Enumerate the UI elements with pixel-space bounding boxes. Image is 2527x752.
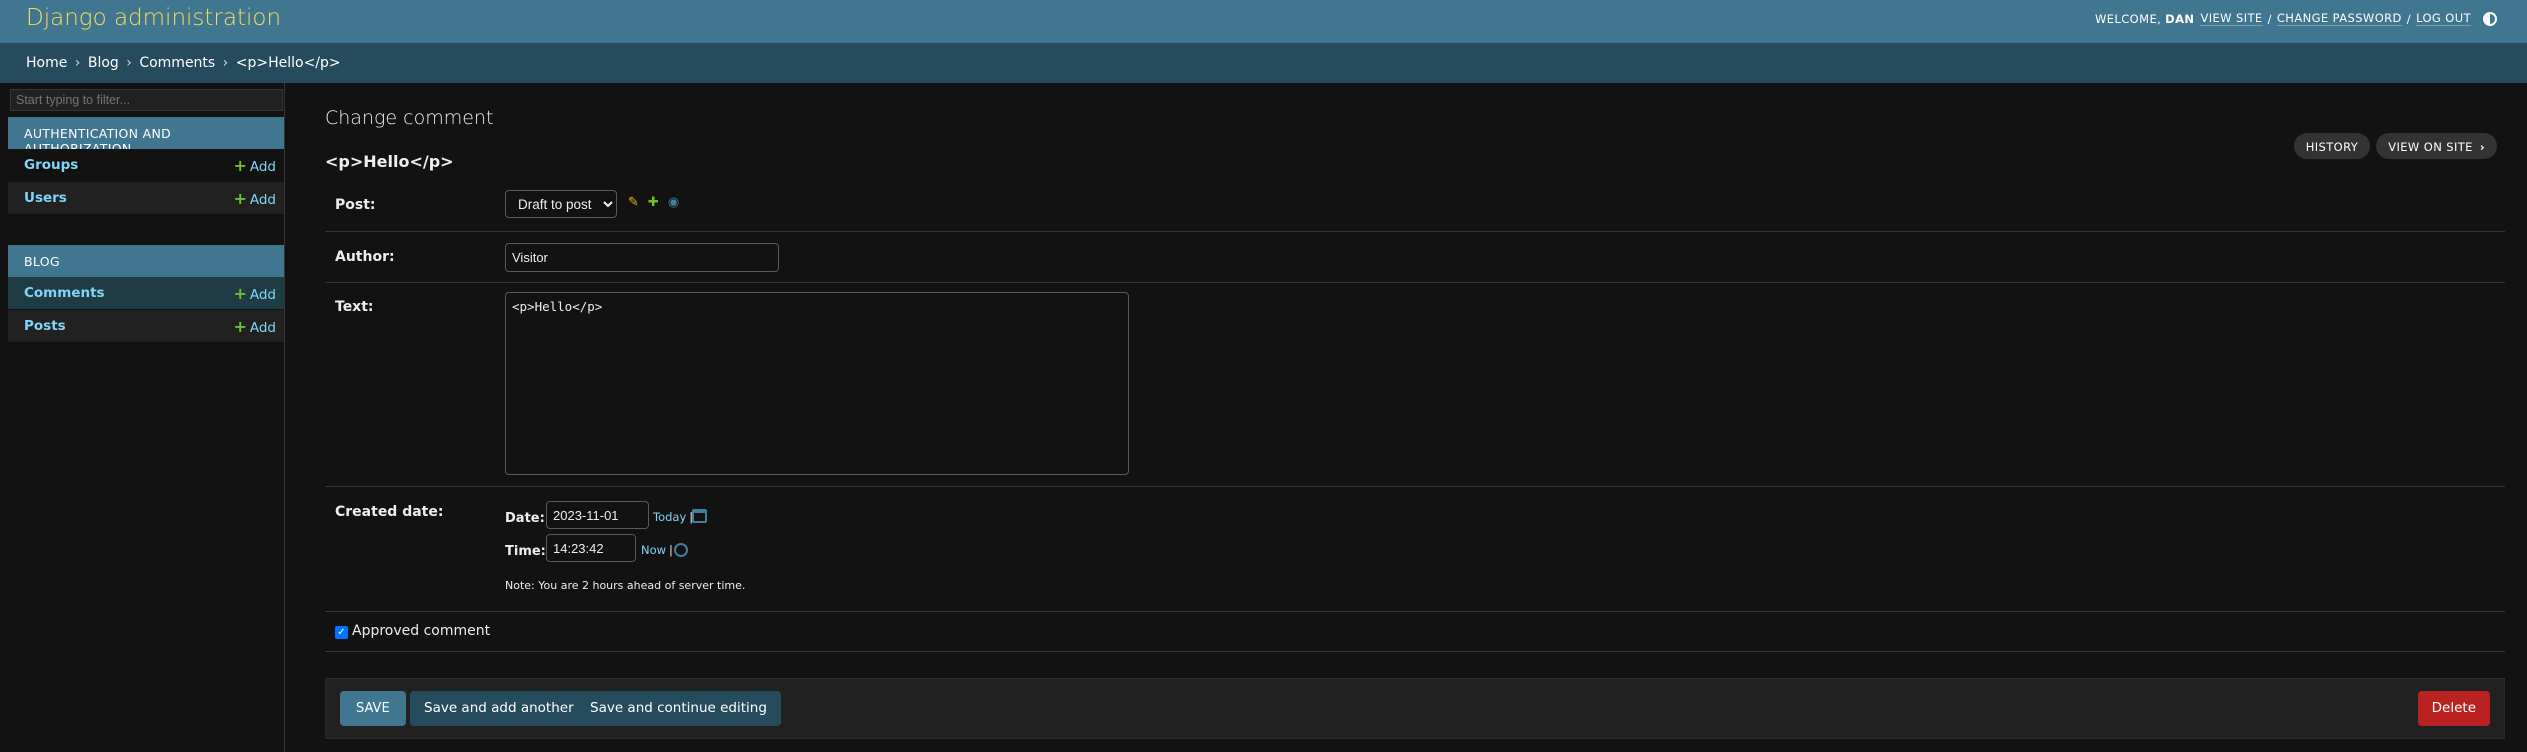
object-title: <p>Hello</p> — [325, 152, 454, 171]
nav-sidebar: AUTHENTICATION AND AUTHORIZATION Groups … — [8, 83, 285, 752]
time-label: Time: — [505, 544, 546, 559]
author-row: Author: — [325, 232, 2505, 283]
plus-icon: + — [233, 189, 247, 208]
save-continue-button[interactable]: Save and continue editing — [576, 691, 781, 726]
approved-checkbox[interactable]: ✓ — [335, 626, 348, 639]
post-label: Post: — [335, 197, 376, 213]
welcome-text: WELCOME, — [2095, 11, 2162, 26]
breadcrumb: Home › Blog › Comments › <p>Hello</p> — [0, 43, 2527, 83]
plus-icon: + — [233, 284, 247, 303]
sidebar-item-groups: Groups + Add — [8, 149, 284, 181]
add-users-link[interactable]: + Add — [233, 189, 276, 208]
time-field[interactable] — [546, 534, 636, 562]
user-tools: WELCOME, DAN VIEW SITE / CHANGE PASSWORD… — [2095, 11, 2497, 26]
breadcrumb-current: <p>Hello</p> — [235, 55, 341, 71]
sidebar-item-comments: Comments + Add — [8, 277, 284, 309]
related-widget-icons: ✎ ✚ ◉ — [628, 195, 679, 210]
date-field[interactable] — [546, 501, 649, 529]
clock-icon[interactable] — [674, 543, 688, 557]
chevron-right-icon: › — [2479, 140, 2485, 154]
add-posts-link[interactable]: + Add — [233, 317, 276, 336]
main-content: Change comment <p>Hello</p> HISTORY VIEW… — [325, 83, 2505, 752]
separator: / — [2406, 11, 2412, 26]
submit-row: SAVE Save and add another Save and conti… — [325, 678, 2505, 739]
plus-icon: + — [233, 156, 247, 175]
post-select[interactable]: Draft to post — [505, 190, 617, 218]
view-on-site-button[interactable]: VIEW ON SITE › — [2376, 133, 2497, 159]
username: DAN — [2165, 11, 2195, 26]
header: Django administration WELCOME, DAN VIEW … — [0, 0, 2527, 43]
date-label: Date: — [505, 511, 545, 526]
approved-label[interactable]: Approved comment — [352, 623, 490, 639]
now-link[interactable]: Now | — [641, 543, 673, 557]
sidebar-item-label[interactable]: Users — [24, 190, 67, 206]
pencil-icon[interactable]: ✎ — [628, 195, 639, 210]
sidebar-item-posts: Posts + Add — [8, 310, 284, 342]
breadcrumb-separator: › — [74, 55, 81, 71]
sidebar-item-label[interactable]: Posts — [24, 318, 66, 334]
save-add-another-button[interactable]: Save and add another — [410, 691, 588, 726]
separator: / — [2267, 11, 2272, 26]
breadcrumb-separator: › — [126, 55, 132, 71]
post-row: Post: Draft to post ✎ ✚ ◉ — [325, 182, 2505, 232]
sidebar-item-label[interactable]: Comments — [24, 285, 105, 301]
nav-filter-input[interactable] — [10, 89, 283, 111]
view-site-link[interactable]: VIEW SITE — [2200, 11, 2263, 26]
plus-icon[interactable]: ✚ — [648, 195, 659, 210]
sidebar-item-label[interactable]: Groups — [24, 157, 78, 173]
approved-row: ✓ Approved comment — [325, 612, 2505, 652]
created-date-label: Created date: — [335, 504, 444, 520]
breadcrumb-comments[interactable]: Comments — [139, 55, 215, 71]
change-password-link[interactable]: CHANGE PASSWORD — [2276, 11, 2402, 26]
log-out-link[interactable]: LOG OUT — [2416, 11, 2471, 26]
text-label: Text: — [335, 299, 374, 315]
text-field[interactable]: <p>Hello</p> — [505, 292, 1129, 475]
calendar-icon[interactable] — [692, 509, 707, 523]
site-name[interactable]: Django administration — [26, 5, 281, 31]
breadcrumb-blog[interactable]: Blog — [88, 55, 119, 71]
app-caption-blog[interactable]: BLOG — [8, 245, 284, 277]
page-title: Change comment — [325, 107, 494, 129]
author-field[interactable] — [505, 243, 779, 272]
save-button[interactable]: SAVE — [340, 691, 406, 726]
eye-icon[interactable]: ◉ — [668, 195, 679, 210]
theme-toggle-icon[interactable] — [2483, 11, 2497, 26]
created-date-row: Created date: Date: Today| Time: Now| No… — [325, 487, 2505, 612]
breadcrumb-home[interactable]: Home — [26, 55, 67, 71]
timezone-note: Note: You are 2 hours ahead of server ti… — [505, 579, 746, 592]
today-link[interactable]: Today | — [653, 510, 693, 524]
author-label: Author: — [335, 249, 395, 265]
plus-icon: + — [233, 317, 247, 336]
add-groups-link[interactable]: + Add — [233, 156, 276, 175]
add-comments-link[interactable]: + Add — [233, 284, 276, 303]
sidebar-item-users: Users + Add — [8, 182, 284, 214]
breadcrumb-separator: › — [222, 55, 229, 71]
delete-button[interactable]: Delete — [2417, 691, 2490, 726]
history-button[interactable]: HISTORY — [2293, 133, 2371, 159]
text-row: Text: <p>Hello</p> — [325, 283, 2505, 487]
app-caption-auth[interactable]: AUTHENTICATION AND AUTHORIZATION — [8, 117, 284, 156]
object-tools: HISTORY VIEW ON SITE › — [2293, 133, 2497, 159]
